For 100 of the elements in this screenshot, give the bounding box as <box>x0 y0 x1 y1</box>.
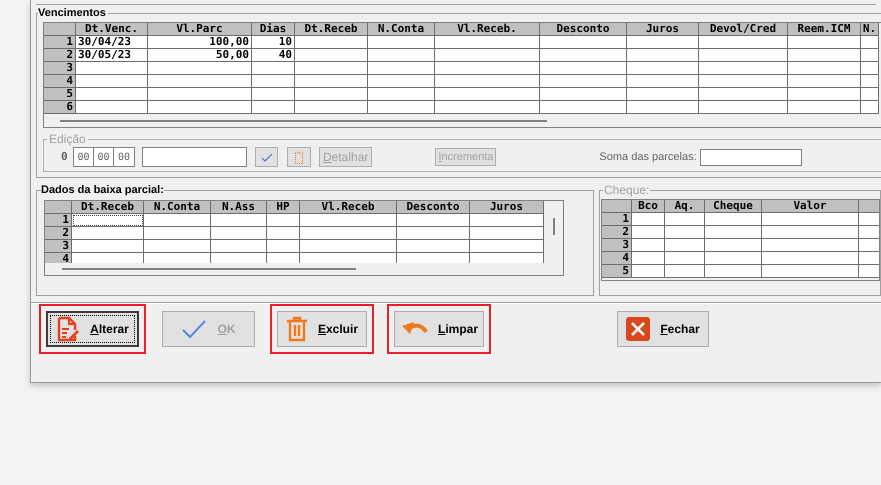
row-number: 3 <box>44 62 76 75</box>
undo-button[interactable]: Limpar <box>394 311 484 347</box>
table-cell <box>252 88 295 101</box>
column-header[interactable]: N.Conta <box>144 201 211 214</box>
table-cell <box>861 101 879 114</box>
column-header[interactable]: Vl.Receb. <box>435 23 540 36</box>
table-cell <box>627 75 699 88</box>
table-cell: 50,00 <box>148 49 252 62</box>
table-cell <box>211 240 267 253</box>
row-number: 5 <box>44 88 76 101</box>
table-cell <box>76 88 148 101</box>
table-cell <box>859 226 879 239</box>
row-number: 1 <box>45 214 72 227</box>
table-cell <box>144 253 211 263</box>
delete-button[interactable]: Excluir <box>277 311 367 347</box>
table-cell <box>267 227 300 240</box>
scrollbar[interactable] <box>552 218 554 235</box>
close-button[interactable]: Fechar <box>617 311 709 347</box>
sum-label: Soma das parcelas: <box>599 150 697 165</box>
column-header[interactable]: Dias <box>252 23 295 36</box>
table-cell <box>368 75 435 88</box>
grid-corner <box>44 23 76 36</box>
table-cell <box>144 214 211 227</box>
table-cell <box>252 101 295 114</box>
row-number: 4 <box>45 253 72 263</box>
column-header[interactable]: HP <box>267 201 300 214</box>
trash-icon <box>294 150 304 164</box>
table-cell <box>705 213 762 226</box>
table-cell <box>368 101 435 114</box>
table-cell <box>705 226 762 239</box>
column-header[interactable]: Vl.Parc <box>148 23 252 36</box>
table-cell <box>705 239 762 252</box>
column-header[interactable]: N.Conta <box>368 23 435 36</box>
table-cell <box>859 239 879 252</box>
scrollbar[interactable] <box>62 268 356 270</box>
row-number: 3 <box>45 240 72 253</box>
table-cell <box>632 213 665 226</box>
row-number: 3 <box>602 239 632 252</box>
table-cell <box>252 62 295 75</box>
column-header[interactable]: N.Ass <box>211 201 267 214</box>
table-cell <box>627 62 699 75</box>
date-part: 00 <box>74 148 94 166</box>
group-title: Dados da baixa parcial: <box>41 184 164 197</box>
row-index: 0 <box>61 151 69 163</box>
table-cell <box>252 75 295 88</box>
row-number: 2 <box>44 49 76 62</box>
column-header[interactable]: Dt.Receb <box>295 23 368 36</box>
table-cell <box>267 214 300 227</box>
column-header[interactable]: Juros <box>627 23 699 36</box>
scrollbar[interactable] <box>60 120 547 122</box>
document-pen-icon <box>56 316 80 342</box>
checkmark-icon <box>181 319 208 339</box>
row-number: 4 <box>602 252 632 265</box>
table-cell <box>76 75 148 88</box>
column-header[interactable]: N. <box>861 23 879 36</box>
table-cell <box>627 36 699 49</box>
table-cell <box>665 226 705 239</box>
column-header[interactable]: Devol/Cred <box>699 23 788 36</box>
table-cell <box>368 36 435 49</box>
column-header[interactable]: Dt.Venc. <box>76 23 148 36</box>
table-cell <box>861 49 879 62</box>
column-header[interactable]: Desconto <box>540 23 627 36</box>
table-cell <box>211 214 267 227</box>
group-title: Cheque: <box>603 184 650 197</box>
column-header[interactable]: Desconto <box>397 201 470 214</box>
trash-icon <box>286 316 308 342</box>
table-cell <box>211 227 267 240</box>
column-header[interactable]: Reem.ICM <box>788 23 861 36</box>
table-cell <box>632 252 665 265</box>
date-part: 00 <box>94 148 114 166</box>
table-cell <box>665 252 705 265</box>
table-cell <box>861 36 879 49</box>
row-number: 1 <box>44 36 76 49</box>
table-cell <box>368 88 435 101</box>
table-cell <box>627 88 699 101</box>
table-cell: 40 <box>252 49 295 62</box>
table-cell <box>632 265 665 278</box>
table-cell <box>861 62 879 75</box>
table-cell <box>861 88 879 101</box>
table-cell: 30/04/23 <box>76 36 148 49</box>
table-cell <box>144 227 211 240</box>
column-header[interactable]: Vl.Receb <box>300 201 397 214</box>
column-header[interactable]: Dt.Receb <box>72 201 144 214</box>
row-number: 2 <box>45 227 72 240</box>
edit-button[interactable]: Alterar <box>46 311 139 347</box>
table-cell <box>76 101 148 114</box>
table-cell <box>859 252 879 265</box>
table-cell: 30/05/23 <box>76 49 148 62</box>
table-cell <box>665 265 705 278</box>
table-cell <box>368 49 435 62</box>
table-cell <box>632 226 665 239</box>
table-cell <box>665 213 705 226</box>
column-header[interactable]: Juros <box>470 201 544 214</box>
group-title: Edição <box>48 133 87 146</box>
table-cell <box>665 239 705 252</box>
table-cell <box>705 265 762 278</box>
table-cell <box>632 239 665 252</box>
close-icon <box>626 317 650 341</box>
checkmark-icon <box>260 152 272 162</box>
table-cell <box>859 265 879 278</box>
